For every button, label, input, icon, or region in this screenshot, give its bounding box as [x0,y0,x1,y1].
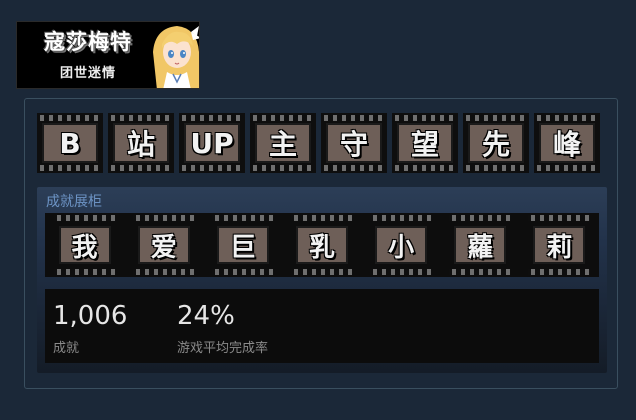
anime-girl-illustration [147,22,199,88]
title-letter: UP [184,123,240,163]
showcase-panel: B 站 UP 主 守 望 先 峰 成就展柜 我 爱 巨 乳 小 蘿 莉 1,00… [24,98,618,389]
achievement-icon[interactable]: 蘿 [449,213,512,277]
completion-rate-value: 24% [177,301,235,331]
title-letter: 守 [326,123,382,163]
achievement-letter: 我 [58,226,111,264]
profile-banner: 寇莎梅特 团世迷情 [16,21,200,89]
achievement-count-stat[interactable]: 1,006 成就 [53,303,127,356]
title-letter: 望 [397,123,453,163]
achievement-count-value: 1,006 [53,301,128,331]
showcase-title: 成就展柜 [46,194,102,210]
title-letter: 主 [255,123,311,163]
film-frame: UP [179,113,245,173]
title-letter: 站 [113,123,169,163]
completion-rate-stat[interactable]: 24% 游戏平均完成率 [177,303,268,356]
achievement-letter: 莉 [533,226,586,264]
achievement-icon[interactable]: 小 [370,213,433,277]
film-frame: B [37,113,103,173]
achievement-icon[interactable]: 我 [53,213,116,277]
achievement-icon[interactable]: 爱 [132,213,195,277]
film-frame: 先 [463,113,529,173]
achievement-letter: 小 [375,226,428,264]
achievement-icon[interactable]: 巨 [211,213,274,277]
achievement-icon[interactable]: 乳 [290,213,353,277]
film-frame: 主 [250,113,316,173]
film-frame: 站 [108,113,174,173]
achievement-icon[interactable]: 莉 [528,213,591,277]
achievement-showcase: 成就展柜 我 爱 巨 乳 小 蘿 莉 1,006 成就 24% 游戏平均完成率 [37,187,607,373]
film-frame: 峰 [534,113,600,173]
completion-rate-label: 游戏平均完成率 [177,341,269,356]
title-filmstrip: B 站 UP 主 守 望 先 峰 [37,113,600,173]
title-letter: 峰 [539,123,595,163]
banner-title: 寇莎梅特 [44,30,132,54]
title-letter: 先 [468,123,524,163]
achievement-strip: 我 爱 巨 乳 小 蘿 莉 [45,213,599,277]
title-letter: B [42,123,98,163]
achievement-letter: 乳 [295,226,348,264]
achievement-letter: 爱 [137,226,190,264]
achievement-letter: 蘿 [454,226,507,264]
film-frame: 守 [321,113,387,173]
achievement-stats: 1,006 成就 24% 游戏平均完成率 [45,289,599,363]
film-frame: 望 [392,113,458,173]
banner-subtitle: 团世迷情 [59,66,116,81]
achievement-count-label: 成就 [53,341,80,356]
achievement-letter: 巨 [216,226,269,264]
